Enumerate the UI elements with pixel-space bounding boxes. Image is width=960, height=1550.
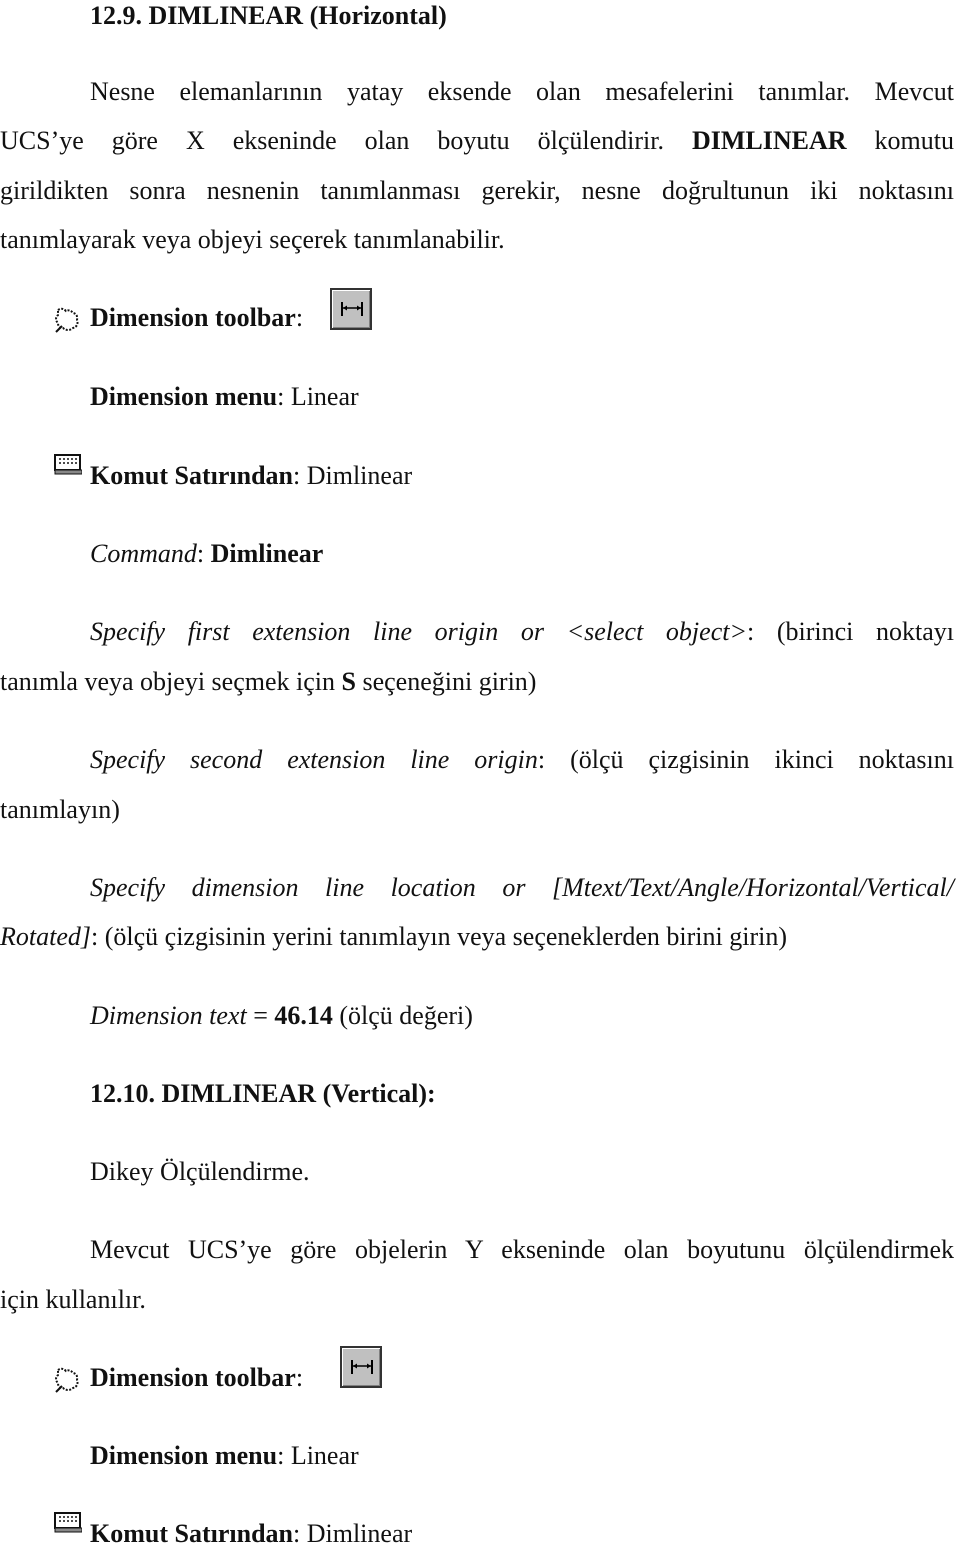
cmdline-value: Dimlinear xyxy=(306,1519,413,1548)
paragraph-line: Nesne elemanlarının yatay eksende olan m… xyxy=(90,77,954,106)
cmdline-value: Dimlinear xyxy=(306,461,413,490)
mouse-pointer-icon xyxy=(55,307,79,333)
prompt-step-3-cont: Rotated]: (ölçü çizgisinin yerini tanıml… xyxy=(0,922,788,951)
dimension-value: 46.14 xyxy=(274,1001,333,1030)
paragraph-line: UCS’ye göre X ekseninde olan boyutu ölçü… xyxy=(0,125,954,157)
menu-value: Linear xyxy=(290,382,359,411)
command-label: Command xyxy=(90,539,197,568)
prompt-step-2-cont: tanımlayın) xyxy=(0,795,120,824)
menu-row: Dimension menu: Linear xyxy=(90,1441,359,1470)
menu-label: Dimension menu xyxy=(90,382,278,411)
dimlinear-button-icon xyxy=(351,1360,373,1374)
menu-row: Dimension menu: Linear xyxy=(90,382,359,411)
dimlinear-button-icon xyxy=(341,302,363,316)
paragraph-line: için kullanılır. xyxy=(0,1285,146,1314)
dimension-text-row: Dimension text = 46.14 (ölçü değeri) xyxy=(90,1001,473,1030)
dimlinear-toolbar-button[interactable] xyxy=(330,288,372,330)
cmdline-label: Komut Satırından xyxy=(90,461,293,490)
cmdline-label: Komut Satırından xyxy=(90,1519,293,1548)
prompt-step-1: Specify first extension line origin or <… xyxy=(90,617,954,646)
toolbar-label-row: Dimension toolbar: xyxy=(90,1363,304,1392)
cmdline-row: Komut Satırından: Dimlinear xyxy=(90,461,413,490)
section-heading-horizontal: 12.9. DIMLINEAR (Horizontal) xyxy=(90,1,447,30)
command-row: Command: Dimlinear xyxy=(90,539,324,568)
keyboard-icon xyxy=(54,1512,82,1533)
toolbar-label: Dimension toolbar xyxy=(90,303,296,332)
mouse-pointer-icon xyxy=(55,1367,79,1393)
toolbar-label-row: Dimension toolbar: xyxy=(90,303,304,332)
paragraph-line: girildikten sonra nesnenin tanımlanması … xyxy=(0,176,954,205)
prompt-step-1-cont: tanımla veya objeyi seçmek için S seçene… xyxy=(0,667,537,696)
menu-value: Linear xyxy=(290,1441,359,1470)
paragraph-text: UCS’ye göre X ekseninde olan boyutu ölçü… xyxy=(0,126,692,155)
section-heading-vertical: 12.10. DIMLINEAR (Vertical): xyxy=(90,1079,436,1108)
prompt-step-3: Specify dimension line location or [Mtex… xyxy=(90,873,954,902)
cmdline-row: Komut Satırından: Dimlinear xyxy=(90,1519,413,1548)
paragraph-line: tanımlayarak veya objeyi seçerek tanımla… xyxy=(0,225,505,254)
section-subtitle: Dikey Ölçülendirme. xyxy=(90,1157,310,1186)
paragraph-text: komutu xyxy=(846,126,954,155)
command-value: Dimlinear xyxy=(210,539,324,568)
paragraph-line: Mevcut UCS’ye göre objelerin Y ekseninde… xyxy=(90,1235,954,1264)
keyboard-icon xyxy=(54,454,82,475)
toolbar-label: Dimension toolbar xyxy=(90,1363,296,1392)
menu-label: Dimension menu xyxy=(90,1441,278,1470)
command-name: DIMLINEAR xyxy=(691,126,847,155)
prompt-step-2: Specify second extension line origin: (ö… xyxy=(90,745,954,774)
dimlinear-toolbar-button[interactable] xyxy=(340,1346,382,1388)
